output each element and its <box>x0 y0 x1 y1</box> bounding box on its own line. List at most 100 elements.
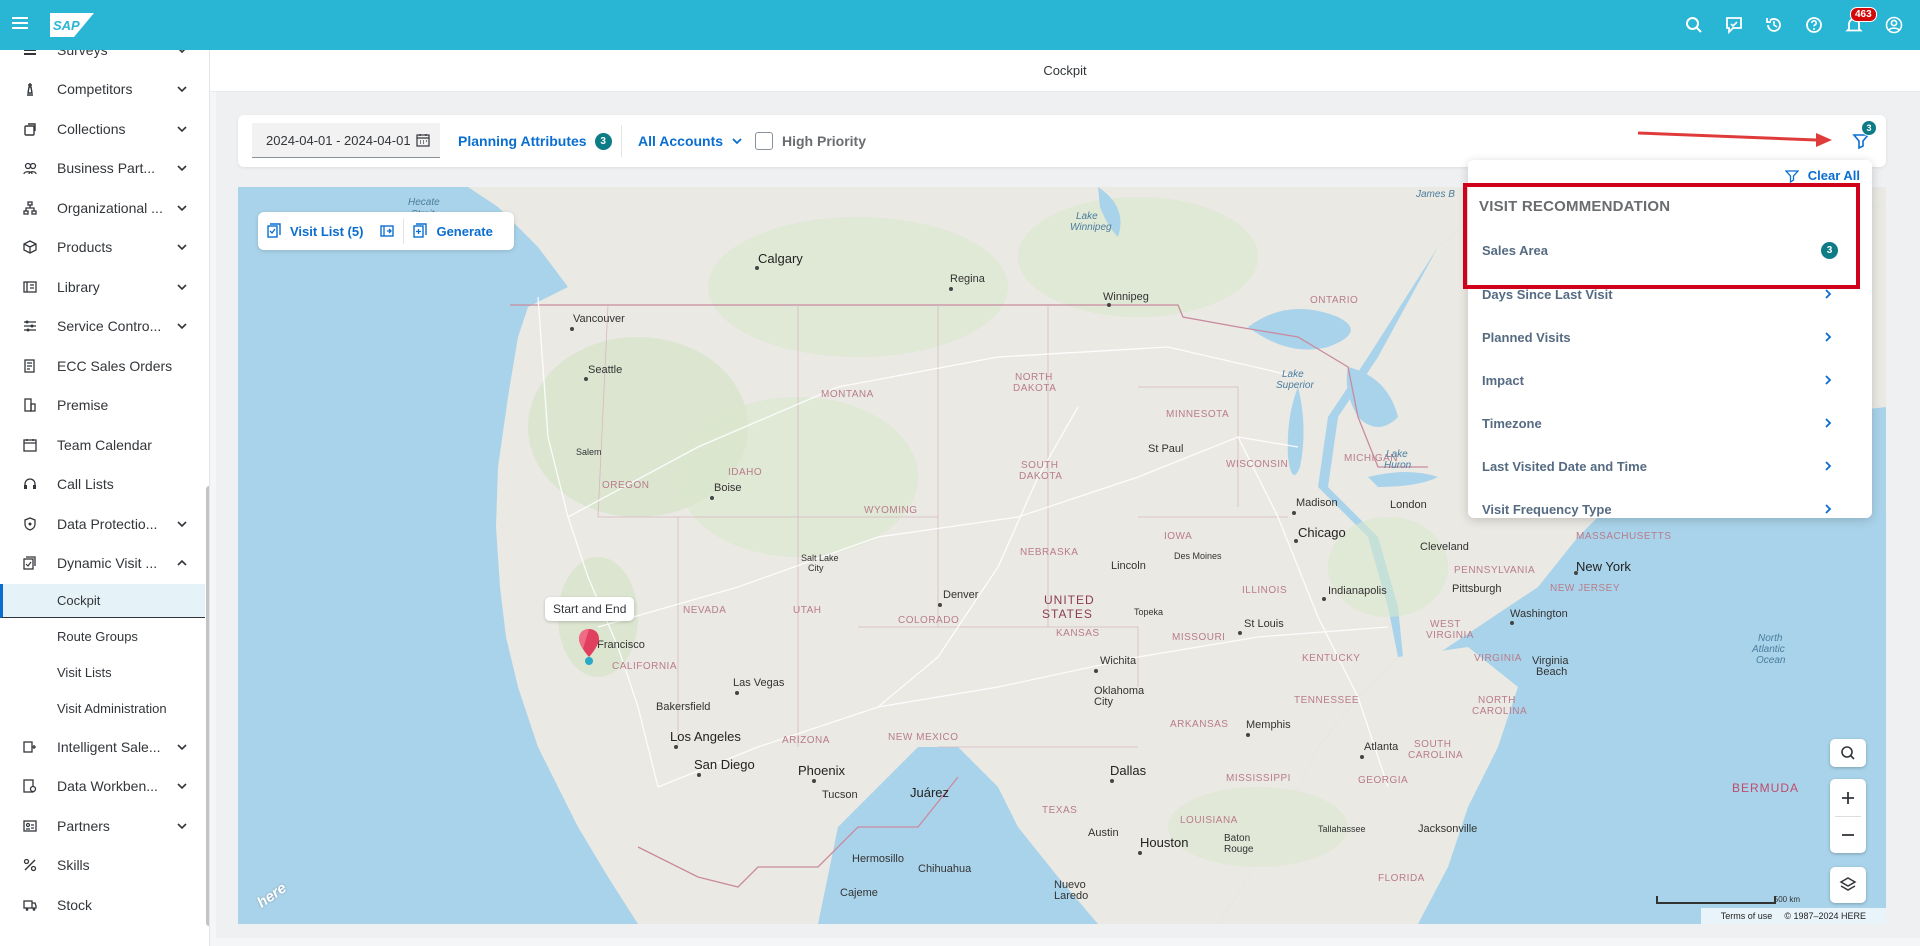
svg-text:SAP: SAP <box>53 18 80 33</box>
help-icon[interactable] <box>1802 13 1826 37</box>
filter-button[interactable]: 3 <box>1850 120 1877 151</box>
map-label: COLORADO <box>898 615 960 626</box>
terms-of-use-link[interactable]: Terms of use <box>1721 911 1773 921</box>
nav-item-ecc-sales-orders[interactable]: ECC Sales Orders <box>0 348 205 384</box>
nav-item-collections[interactable]: Collections <box>0 111 205 147</box>
city-dot <box>1574 571 1578 575</box>
nav-item-call-lists[interactable]: Call Lists <box>0 466 205 502</box>
feedback-icon[interactable] <box>1722 13 1746 37</box>
partners-icon <box>22 160 38 176</box>
nav-item-skills[interactable]: Skills <box>0 847 205 883</box>
planning-attributes-button[interactable]: Planning Attributes 3 <box>458 115 612 167</box>
chevron-right-icon <box>1825 332 1832 342</box>
sap-logo[interactable]: SAP <box>50 13 94 37</box>
date-range-picker[interactable]: 2024-04-01 - 2024-04-01 <box>252 123 440 158</box>
city-dot <box>674 745 678 749</box>
nav-item-premise[interactable]: Premise <box>0 387 205 423</box>
map-label: Lake <box>1386 449 1408 460</box>
map-label: Dallas <box>1110 763 1147 778</box>
map-footer: Terms of use © 1987–2024 HERE <box>1700 908 1886 924</box>
map-label: Huron <box>1384 460 1412 471</box>
filter-item-timezone[interactable]: Timezone <box>1468 404 1872 442</box>
side-navigation: Surveys Competitors Collections Business… <box>0 50 210 946</box>
nav-subitem-cockpit[interactable]: Cockpit <box>0 584 205 618</box>
zoom-in-button[interactable] <box>1839 780 1857 816</box>
workbench-icon <box>22 778 38 794</box>
map-label: City <box>1094 696 1113 708</box>
map-label: CALIFORNIA <box>612 661 678 672</box>
sidebar-scrollbar[interactable] <box>206 486 209 926</box>
nav-subitem-visit-administration[interactable]: Visit Administration <box>0 691 205 725</box>
nav-item-partners[interactable]: Partners <box>0 808 205 844</box>
map-label: MISSISSIPPI <box>1226 773 1291 784</box>
nav-item-service-controls[interactable]: Service Contro... <box>0 308 205 344</box>
map-label: Beach <box>1536 666 1568 678</box>
clear-all-button[interactable]: Clear All <box>1784 168 1860 183</box>
map-label: CAROLINA <box>1472 706 1528 717</box>
map-label: Juárez <box>910 785 950 800</box>
nav-item-products[interactable]: Products <box>0 229 205 265</box>
checkbox[interactable] <box>755 132 773 150</box>
chevron-down-icon <box>177 126 187 133</box>
history-icon[interactable] <box>1762 13 1786 37</box>
filter-item-last-visited[interactable]: Last Visited Date and Time <box>1468 447 1872 485</box>
zoom-out-button[interactable] <box>1839 817 1857 853</box>
filter-item-days-since-last-visit[interactable]: Days Since Last Visit <box>1468 275 1872 313</box>
calendar-icon[interactable] <box>416 133 430 147</box>
map-layers-button[interactable] <box>1830 867 1866 903</box>
map-label: Atlanta <box>1364 741 1399 753</box>
map-label: DAKOTA <box>1019 471 1063 482</box>
map-search-button[interactable] <box>1830 739 1866 767</box>
nav-item-organizational[interactable]: Organizational ... <box>0 190 205 226</box>
filter-item-sales-area[interactable]: Sales Area 3 <box>1468 231 1872 269</box>
nav-item-surveys[interactable]: Surveys <box>0 50 205 68</box>
zoom-control <box>1830 779 1866 853</box>
generate-button[interactable]: Generate <box>404 212 500 250</box>
chevron-right-icon <box>1825 418 1832 428</box>
nav-item-intelligent-sales[interactable]: Intelligent Sale... <box>0 729 205 765</box>
nav-item-library[interactable]: Library <box>0 269 205 305</box>
map-label: SOUTH <box>1414 739 1452 750</box>
nav-item-stock[interactable]: Stock <box>0 887 205 923</box>
map-label: Madison <box>1296 497 1338 509</box>
map-label: MONTANA <box>821 389 874 400</box>
map-label: St Paul <box>1148 443 1184 455</box>
search-icon[interactable] <box>1682 13 1706 37</box>
chess-icon <box>22 81 38 97</box>
map-label: San Diego <box>694 757 755 772</box>
notifications-badge: 463 <box>1850 7 1877 22</box>
expand-list-button[interactable] <box>371 212 403 250</box>
city-dot <box>1138 851 1142 855</box>
city-dot <box>755 266 759 270</box>
map-label: Memphis <box>1246 719 1291 731</box>
nav-subitem-visit-lists[interactable]: Visit Lists <box>0 655 205 689</box>
location-pin-icon[interactable] <box>576 627 602 667</box>
nav-item-data-workbench[interactable]: Data Workben... <box>0 768 205 804</box>
nav-item-competitors[interactable]: Competitors <box>0 71 205 107</box>
controls-icon <box>22 318 38 334</box>
chevron-right-icon <box>1825 289 1832 299</box>
filter-item-visit-frequency-type[interactable]: Visit Frequency Type <box>1468 490 1872 518</box>
accounts-select[interactable]: All Accounts <box>638 115 743 167</box>
nav-item-data-protection[interactable]: Data Protectio... <box>0 506 205 542</box>
user-avatar-icon[interactable] <box>1882 13 1906 37</box>
calendar-icon <box>22 437 38 453</box>
nav-item-business-partners[interactable]: Business Part... <box>0 150 205 186</box>
nav-item-dynamic-visit[interactable]: Dynamic Visit ... <box>0 545 205 581</box>
notifications-icon[interactable]: 463 <box>1842 7 1877 37</box>
nav-subitem-route-groups[interactable]: Route Groups <box>0 619 205 653</box>
visit-list-button[interactable]: Visit List (5) <box>258 212 371 250</box>
building-icon <box>22 397 38 413</box>
shell-header: SAP 463 <box>0 0 1920 50</box>
map-label: Rouge <box>1224 844 1254 855</box>
city-dot <box>812 779 816 783</box>
filter-item-planned-visits[interactable]: Planned Visits <box>1468 318 1872 356</box>
chevron-down-icon <box>177 323 187 330</box>
menu-icon[interactable] <box>12 14 28 34</box>
high-priority-checkbox[interactable]: High Priority <box>755 115 866 167</box>
map-label: WYOMING <box>864 505 918 516</box>
nav-item-team-calendar[interactable]: Team Calendar <box>0 427 205 463</box>
map-label: GEORGIA <box>1358 775 1409 786</box>
map-label: Los Angeles <box>670 729 741 744</box>
filter-item-impact[interactable]: Impact <box>1468 361 1872 399</box>
